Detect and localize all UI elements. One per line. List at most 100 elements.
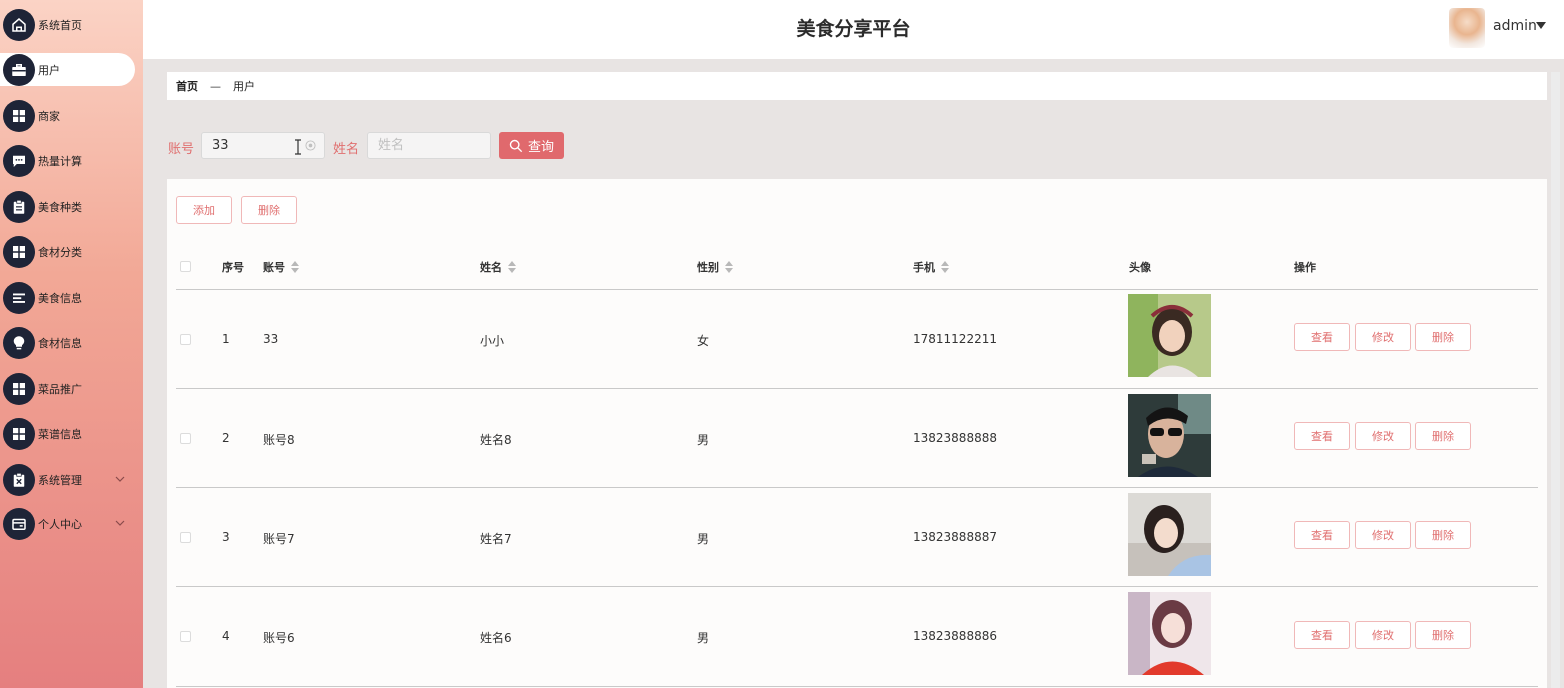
cell-name: 姓名8 — [480, 433, 512, 447]
column-header-name[interactable]: 姓名 — [480, 259, 516, 275]
sidebar-item-label: 美食信息 — [38, 291, 82, 305]
sidebar-item-personal-center[interactable]: 个人中心 — [0, 507, 135, 540]
user-avatar-photo[interactable] — [1128, 493, 1211, 576]
caret-down-icon[interactable] — [1536, 22, 1546, 30]
grid-icon — [3, 372, 35, 405]
column-header-actions: 操作 — [1294, 259, 1316, 275]
sidebar-item-recipe-info[interactable]: 菜谱信息 — [0, 417, 135, 450]
row-divider — [176, 586, 1538, 587]
sidebar-item-ingredient-info[interactable]: 食材信息 — [0, 326, 135, 359]
view-button[interactable]: 查看 — [1294, 422, 1350, 450]
sidebar-item-label: 个人中心 — [38, 517, 82, 531]
header-divider — [176, 289, 1538, 290]
page-scrollbar[interactable] — [1551, 72, 1560, 688]
row-checkbox[interactable] — [180, 334, 191, 345]
bulk-delete-button[interactable]: 删除 — [241, 196, 297, 224]
sidebar-item-label: 商家 — [38, 109, 60, 123]
search-icon — [509, 139, 523, 152]
delete-button[interactable]: 删除 — [1415, 422, 1471, 450]
cell-gender: 男 — [697, 433, 710, 447]
app-title: 美食分享平台 — [796, 18, 911, 40]
cell-index: 3 — [222, 530, 230, 544]
sidebar-item-ingredient-category[interactable]: 食材分类 — [0, 235, 135, 268]
cell-name: 小小 — [480, 334, 505, 348]
breadcrumb-current: 用户 — [233, 80, 255, 93]
query-button[interactable]: 查询 — [499, 132, 564, 159]
cell-gender: 男 — [697, 631, 710, 645]
user-name[interactable]: admin — [1493, 18, 1537, 34]
cell-index: 4 — [222, 629, 230, 643]
sidebar-item-calorie[interactable]: 热量计算 — [0, 144, 135, 177]
row-checkbox[interactable] — [180, 433, 191, 444]
cell-index: 2 — [222, 431, 230, 445]
column-header-account[interactable]: 账号 — [263, 259, 299, 275]
sidebar-item-label: 热量计算 — [38, 154, 82, 168]
breadcrumb-home[interactable]: 首页 — [176, 78, 198, 94]
sidebar-item-label: 食材分类 — [38, 245, 82, 259]
column-header-gender[interactable]: 性别 — [697, 259, 733, 275]
breadcrumb-separator: — — [210, 79, 221, 93]
breadcrumb: 首页 — 用户 — [167, 72, 1547, 100]
sidebar-item-dish-promotion[interactable]: 菜品推广 — [0, 372, 135, 405]
column-header-label: 操作 — [1294, 261, 1316, 274]
sort-icon[interactable] — [291, 261, 299, 273]
add-button[interactable]: 添加 — [176, 196, 232, 224]
cell-name: 姓名7 — [480, 532, 512, 546]
top-header: 美食分享平台 admin — [143, 0, 1564, 59]
chevron-down-icon — [115, 520, 125, 526]
cell-gender: 女 — [697, 334, 710, 348]
chat-icon — [3, 144, 35, 177]
sidebar-item-label: 菜谱信息 — [38, 427, 82, 441]
row-checkbox[interactable] — [180, 631, 191, 642]
edit-button[interactable]: 修改 — [1355, 621, 1411, 649]
grid-icon — [3, 99, 35, 132]
edit-button[interactable]: 修改 — [1355, 323, 1411, 351]
row-divider — [176, 487, 1538, 488]
cell-phone: 13823888888 — [913, 431, 997, 445]
delete-button[interactable]: 删除 — [1415, 521, 1471, 549]
list-icon — [3, 281, 35, 314]
clipboard-x-icon — [3, 463, 35, 496]
user-avatar-photo[interactable] — [1128, 394, 1211, 477]
avatar[interactable] — [1449, 8, 1485, 48]
bulb-icon — [3, 326, 35, 359]
sidebar-item-food-info[interactable]: 美食信息 — [0, 281, 135, 314]
account-label: 账号 — [168, 142, 195, 157]
cell-account: 33 — [263, 332, 279, 346]
delete-button[interactable]: 删除 — [1415, 323, 1471, 351]
delete-button[interactable]: 删除 — [1415, 621, 1471, 649]
column-header-label: 手机 — [913, 261, 935, 274]
sidebar-item-merchants[interactable]: 商家 — [0, 99, 135, 132]
sort-icon[interactable] — [725, 261, 733, 273]
row-checkbox[interactable] — [180, 532, 191, 543]
sidebar-item-system-management[interactable]: 系统管理 — [0, 463, 135, 496]
sidebar-item-users[interactable]: 用户 — [0, 53, 135, 86]
cell-gender: 男 — [697, 532, 710, 546]
user-avatar-photo[interactable] — [1128, 592, 1211, 675]
clear-icon[interactable] — [305, 140, 316, 151]
column-header-label: 头像 — [1129, 261, 1151, 274]
briefcase-icon — [3, 53, 35, 86]
clipboard-icon — [3, 190, 35, 223]
view-button[interactable]: 查看 — [1294, 323, 1350, 351]
sidebar-item-label: 系统首页 — [38, 18, 82, 32]
sidebar-item-food-type[interactable]: 美食种类 — [0, 190, 135, 223]
sort-icon[interactable] — [941, 261, 949, 273]
sidebar-item-home[interactable]: 系统首页 — [0, 8, 135, 41]
row-divider — [176, 686, 1538, 687]
view-button[interactable]: 查看 — [1294, 621, 1350, 649]
sidebar-item-label: 美食种类 — [38, 200, 82, 214]
name-search-input[interactable] — [367, 132, 491, 159]
view-button[interactable]: 查看 — [1294, 521, 1350, 549]
user-avatar-photo[interactable] — [1128, 294, 1211, 377]
text-cursor-icon — [295, 139, 301, 155]
column-header-phone[interactable]: 手机 — [913, 259, 949, 275]
chevron-down-icon — [115, 476, 125, 482]
sidebar-item-label: 系统管理 — [38, 473, 82, 487]
edit-button[interactable]: 修改 — [1355, 422, 1411, 450]
sidebar-item-label: 食材信息 — [38, 336, 82, 350]
sort-icon[interactable] — [508, 261, 516, 273]
cell-phone: 17811122211 — [913, 332, 997, 346]
select-all-checkbox[interactable] — [180, 261, 191, 272]
edit-button[interactable]: 修改 — [1355, 521, 1411, 549]
